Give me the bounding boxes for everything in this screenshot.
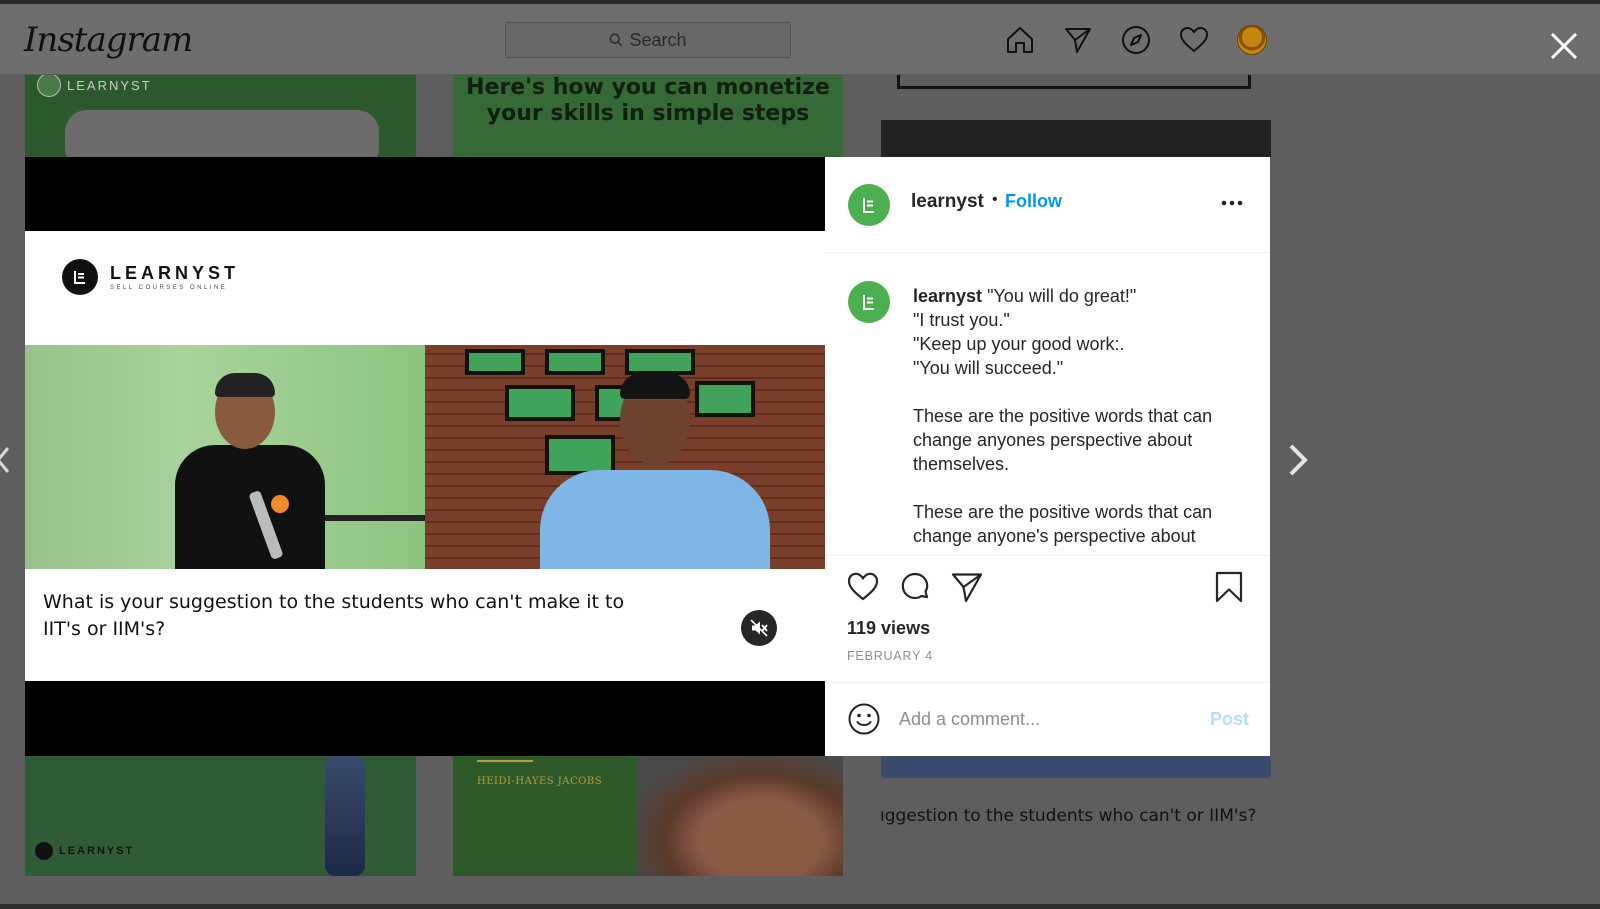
tile-illustration bbox=[325, 756, 365, 876]
wall-frame bbox=[545, 349, 605, 375]
share-icon[interactable] bbox=[950, 570, 984, 604]
previous-post-arrow-icon[interactable] bbox=[0, 440, 14, 480]
learnyst-logo-icon bbox=[863, 295, 874, 310]
tile-caption: ıggestion to the students who can't or I… bbox=[880, 806, 1257, 826]
save-bookmark-icon[interactable] bbox=[1212, 570, 1246, 604]
author-avatar[interactable] bbox=[848, 184, 890, 226]
grid-post-6[interactable] bbox=[881, 756, 1271, 778]
caption-line: "I trust you." bbox=[913, 310, 1010, 330]
post-side-panel: learnyst • Follow learnyst "You will do … bbox=[825, 157, 1270, 756]
speaker-body bbox=[175, 445, 325, 569]
caption-line: "Keep up your good work:. bbox=[913, 334, 1125, 354]
like-heart-icon[interactable] bbox=[846, 570, 880, 604]
caption-username[interactable]: learnyst bbox=[913, 286, 982, 306]
author-username[interactable]: learnyst bbox=[911, 191, 984, 213]
search-placeholder: Search bbox=[629, 29, 687, 50]
speaker-hair bbox=[620, 373, 690, 399]
wall-frame bbox=[625, 349, 695, 375]
video-question-text: What is your suggestion to the students … bbox=[43, 591, 625, 640]
grid-post-2[interactable]: Here's how you can monetize your skills … bbox=[453, 75, 843, 157]
learnyst-logo-icon bbox=[863, 198, 874, 213]
slide-logo: LEARNYST SELL COURSES ONLINE bbox=[62, 259, 239, 295]
top-navbar: Instagram Search bbox=[0, 4, 1600, 75]
post-caption-area: learnyst "You will do great!" "I trust y… bbox=[825, 254, 1270, 554]
tile-logo: LEARNYST bbox=[35, 842, 134, 860]
home-icon[interactable] bbox=[1004, 24, 1036, 56]
caption-line: "You will do great!" bbox=[987, 286, 1137, 306]
nav-icons bbox=[1004, 24, 1268, 56]
next-post-arrow-icon[interactable] bbox=[1285, 440, 1311, 480]
comment-input[interactable] bbox=[899, 701, 1189, 737]
tile-logo-text: LEARNYST bbox=[67, 77, 152, 93]
comment-bar: Post bbox=[825, 682, 1270, 756]
tile-logo: LEARNYST bbox=[37, 75, 152, 97]
mic-badge bbox=[271, 495, 289, 513]
speaker-body bbox=[540, 470, 770, 569]
grid-post-5[interactable]: HEIDI-HAYES JACOBS bbox=[453, 756, 843, 876]
grid-post-1[interactable]: LEARNYST bbox=[25, 75, 416, 157]
profile-avatar[interactable] bbox=[1236, 24, 1268, 56]
slide-logo-text: LEARNYST bbox=[110, 263, 240, 283]
learnyst-logo-icon bbox=[37, 75, 61, 97]
grid-post-4[interactable]: LEARNYST bbox=[25, 756, 416, 876]
speaker-left-frame bbox=[25, 345, 425, 569]
speaker-hair bbox=[215, 373, 275, 397]
speaker-left bbox=[175, 373, 325, 569]
direct-icon[interactable] bbox=[1062, 24, 1094, 56]
learnyst-logo-icon bbox=[35, 842, 53, 860]
post-comment-button[interactable]: Post bbox=[1210, 709, 1249, 730]
tile-photo bbox=[637, 756, 843, 876]
video-frames bbox=[25, 345, 825, 569]
mic-arm bbox=[315, 515, 425, 521]
post-video[interactable]: LEARNYST SELL COURSES ONLINE What is you… bbox=[25, 157, 825, 756]
close-icon[interactable] bbox=[1546, 28, 1582, 64]
views-count[interactable]: 119 views bbox=[847, 618, 930, 639]
grid-post-3[interactable] bbox=[881, 75, 1271, 157]
emoji-icon[interactable] bbox=[847, 702, 881, 736]
caption-paragraph: These are the positive words that can ch… bbox=[913, 406, 1213, 474]
caption-line: "You will succeed." bbox=[913, 358, 1064, 378]
speaker-right-frame bbox=[425, 345, 825, 569]
speaker-right bbox=[525, 373, 770, 569]
caption-paragraph: These are the positive words that can ch… bbox=[913, 502, 1213, 546]
post-modal: LEARNYST SELL COURSES ONLINE What is you… bbox=[25, 157, 1270, 756]
comment-icon[interactable] bbox=[898, 570, 932, 604]
video-slide: LEARNYST SELL COURSES ONLINE What is you… bbox=[25, 231, 825, 681]
post-header: learnyst • Follow bbox=[825, 157, 1270, 253]
search-box[interactable]: Search bbox=[505, 22, 791, 58]
window-bottom-strip bbox=[0, 904, 1600, 909]
explore-icon[interactable] bbox=[1120, 24, 1152, 56]
learnyst-logo-icon bbox=[62, 259, 98, 295]
post-actions: 119 views FEBRUARY 4 bbox=[825, 555, 1270, 681]
search-icon bbox=[609, 33, 623, 47]
slide-logo-subtext: SELL COURSES ONLINE bbox=[110, 285, 228, 291]
post-date[interactable]: FEBRUARY 4 bbox=[847, 649, 933, 663]
caption-author-avatar[interactable] bbox=[848, 281, 890, 323]
tile-name: HEIDI-HAYES JACOBS bbox=[477, 776, 603, 787]
more-options-icon[interactable] bbox=[1217, 193, 1247, 213]
header-separator: • bbox=[992, 191, 998, 208]
tile-rule bbox=[477, 760, 533, 762]
tile-title: Here's how you can monetize your skills … bbox=[466, 75, 830, 126]
tile-logo-text: LEARNYST bbox=[59, 845, 135, 857]
tile-image bbox=[881, 120, 1271, 157]
activity-heart-icon[interactable] bbox=[1178, 24, 1210, 56]
follow-button[interactable]: Follow bbox=[1005, 191, 1062, 212]
wall-frame bbox=[465, 349, 525, 375]
mute-icon[interactable] bbox=[741, 610, 777, 646]
tile-frame bbox=[897, 75, 1251, 89]
post-caption: learnyst "You will do great!" "I trust y… bbox=[913, 284, 1248, 548]
instagram-logo[interactable]: Instagram bbox=[24, 20, 193, 60]
profile-avatar-image bbox=[1237, 25, 1267, 55]
tile-card bbox=[65, 110, 379, 157]
